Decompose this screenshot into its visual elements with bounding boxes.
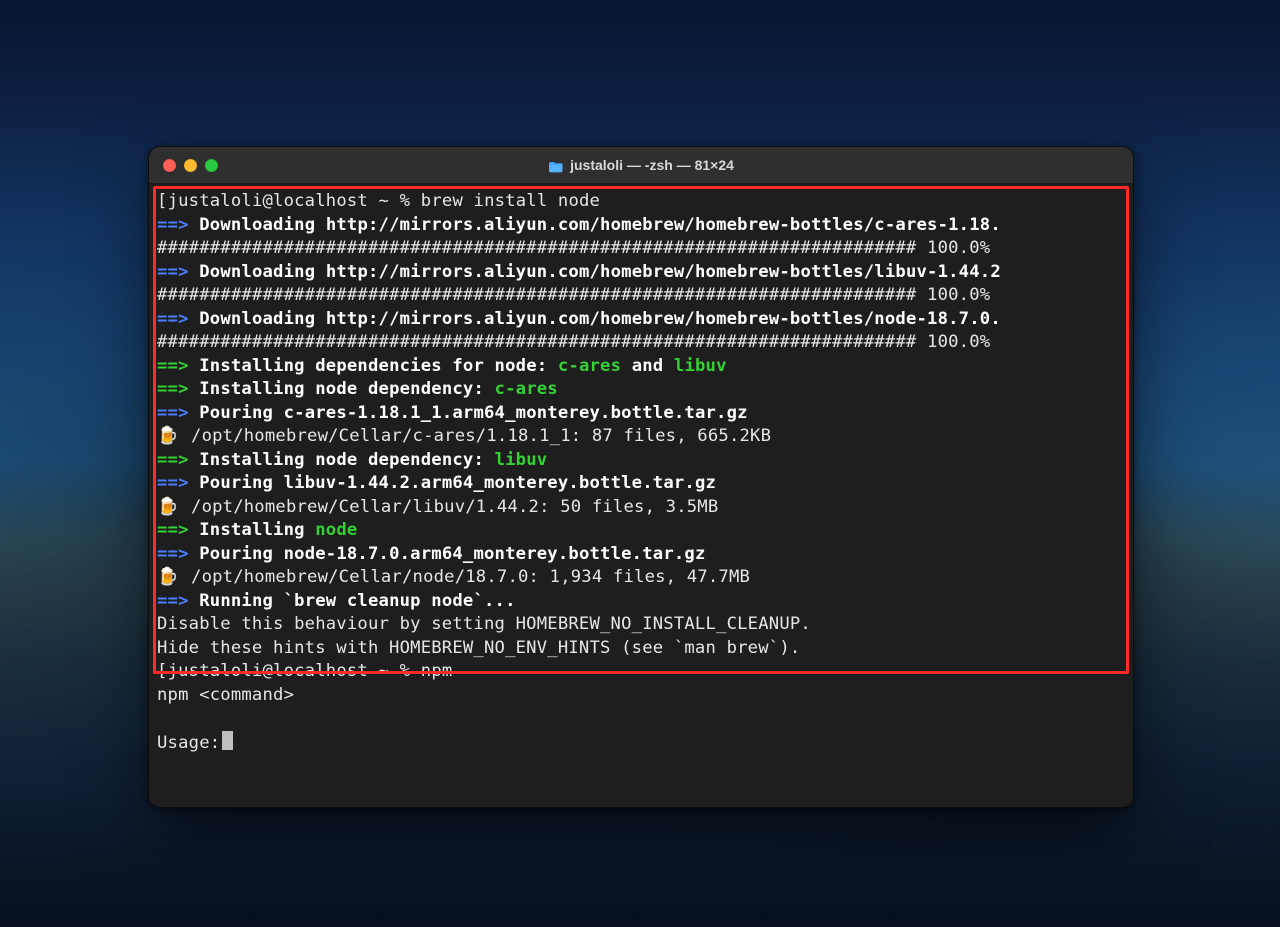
window-controls [149,159,218,172]
arrow-icon: ==> [157,215,189,235]
url-text: http://mirrors.aliyun.com/homebrew/homeb… [326,262,1001,282]
dep-name: c-ares [495,379,558,399]
zoom-icon[interactable] [205,159,218,172]
prompt-percent: % [400,191,411,211]
output-text: Running `brew cleanup node`... [199,591,515,611]
url-text: http://mirrors.aliyun.com/homebrew/homeb… [326,215,1001,235]
dep-name: node [315,520,357,540]
command-text: npm [421,661,453,681]
title-text: justaloli — -zsh — 81×24 [570,157,734,173]
terminal-output[interactable]: [justaloli@localhost ~ % brew install no… [149,184,1133,763]
progress-bar: ########################################… [157,238,916,258]
output-text: Installing dependencies for node: [199,356,558,376]
output-text: Pouring node-18.7.0.arm64_monterey.bottl… [199,544,705,564]
output-text: Installing node dependency: [199,379,494,399]
folder-icon [548,160,564,173]
beer-icon: 🍺 [157,496,170,520]
output-text: Pouring c-ares-1.18.1_1.arm64_monterey.b… [199,403,747,423]
prompt-path: ~ [379,191,390,211]
dep-name: libuv [495,450,548,470]
cursor [222,731,233,751]
progress-pct: 100.0% [927,238,990,258]
close-icon[interactable] [163,159,176,172]
bracket: [ [157,661,168,681]
hint-text: Hide these hints with HOMEBREW_NO_ENV_HI… [157,638,800,658]
arrow-icon: ==> [157,379,189,399]
arrow-icon: ==> [157,450,189,470]
install-path: /opt/homebrew/Cellar/c-ares/1.18.1_1: 87… [170,426,771,446]
dep-name: c-ares [558,356,621,376]
bracket: [ [157,191,168,211]
beer-icon: 🍺 [157,425,170,449]
beer-icon: 🍺 [157,566,170,590]
output-text: Installing node dependency: [199,450,494,470]
dep-name: libuv [674,356,727,376]
terminal-window[interactable]: justaloli — -zsh — 81×24 [justaloli@loca… [148,146,1134,808]
prompt-percent: % [400,661,411,681]
arrow-icon: ==> [157,591,189,611]
prompt-path: ~ [379,661,390,681]
output-text: and [621,356,674,376]
output-text: Downloading [199,215,315,235]
progress-bar: ########################################… [157,285,916,305]
output-text: Pouring libuv-1.44.2.arm64_monterey.bott… [199,473,716,493]
install-path: /opt/homebrew/Cellar/libuv/1.44.2: 50 fi… [170,497,718,517]
command-text: brew install node [421,191,600,211]
prompt-user-host: justaloli@localhost [168,191,368,211]
output-text: Installing [199,520,315,540]
arrow-icon: ==> [157,544,189,564]
output-text: Downloading [199,262,315,282]
progress-bar: ########################################… [157,332,916,352]
progress-pct: 100.0% [927,332,990,352]
output-text: Downloading [199,309,315,329]
arrow-icon: ==> [157,356,189,376]
arrow-icon: ==> [157,309,189,329]
hint-text: Disable this behaviour by setting HOMEBR… [157,614,811,634]
arrow-icon: ==> [157,403,189,423]
prompt-user-host: justaloli@localhost [168,661,368,681]
arrow-icon: ==> [157,262,189,282]
install-path: /opt/homebrew/Cellar/node/18.7.0: 1,934 … [170,567,750,587]
desktop-wallpaper: justaloli — -zsh — 81×24 [justaloli@loca… [0,0,1280,927]
progress-pct: 100.0% [927,285,990,305]
url-text: http://mirrors.aliyun.com/homebrew/homeb… [326,309,1001,329]
minimize-icon[interactable] [184,159,197,172]
arrow-icon: ==> [157,520,189,540]
output-text: npm <command> [157,685,294,705]
window-title: justaloli — -zsh — 81×24 [149,157,1133,173]
arrow-icon: ==> [157,473,189,493]
terminal-body[interactable]: [justaloli@localhost ~ % brew install no… [149,184,1133,808]
titlebar[interactable]: justaloli — -zsh — 81×24 [149,147,1133,184]
output-text: Usage: [157,732,220,752]
